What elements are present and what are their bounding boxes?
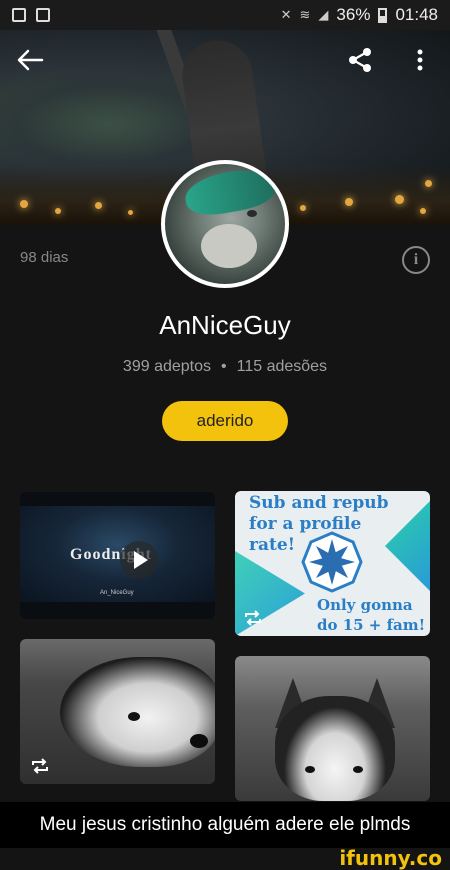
city-light — [425, 180, 432, 187]
post-husky-lying[interactable] — [20, 639, 215, 784]
avatar-muzzle — [201, 224, 257, 268]
arrow-left-icon — [17, 49, 44, 71]
download-icon — [36, 8, 50, 22]
avatar-eye — [247, 210, 257, 217]
battery-icon — [378, 7, 388, 23]
memberships-count[interactable]: 115 adesões — [237, 358, 327, 375]
avatar-hair — [182, 164, 278, 220]
mute-icon: ✕ — [280, 7, 292, 22]
decor-triangle — [385, 501, 430, 591]
play-button[interactable] — [120, 541, 158, 579]
post-text-bottom: Only gonna do 15 + fam! — [317, 596, 426, 634]
city-light — [20, 200, 28, 208]
joined-button[interactable]: aderido — [162, 401, 288, 441]
post-repost-banner[interactable]: Sub and repub for a profile rate! Only g… — [235, 491, 430, 636]
status-right: ✕ ≋ ◢ 36% 01:48 — [281, 5, 438, 25]
snowflake-emblem-icon — [301, 531, 363, 593]
gallery-icon — [12, 8, 26, 22]
city-light — [345, 198, 353, 206]
more-options-button[interactable] — [402, 42, 438, 78]
meme-caption: Meu jesus cristinho alguém adere ele plm… — [0, 802, 450, 848]
husky-head — [275, 696, 395, 801]
husky-eye — [353, 766, 363, 773]
battery-percent: 36% — [336, 5, 371, 24]
city-light — [420, 208, 426, 214]
profile-username: AnNiceGuy — [159, 310, 291, 340]
repost-icon — [30, 757, 50, 775]
play-icon — [134, 551, 148, 569]
husky-nose — [190, 734, 208, 748]
wifi-icon: ≋ — [299, 7, 311, 22]
info-icon[interactable]: i — [402, 246, 430, 274]
post-husky-portrait[interactable] — [235, 656, 430, 801]
city-light — [55, 208, 61, 214]
more-vert-icon — [417, 49, 423, 71]
signal-icon: ◢ — [318, 7, 329, 22]
ifunny-watermark: ifunny.co — [339, 846, 442, 870]
city-light — [128, 210, 133, 215]
top-app-bar — [0, 30, 450, 90]
back-button[interactable] — [12, 42, 48, 78]
city-light — [395, 195, 404, 204]
post-video-signature: An_NiceGuy — [100, 590, 134, 596]
status-bar: ✕ ≋ ◢ 36% 01:48 — [0, 0, 450, 30]
repost-icon — [243, 609, 263, 627]
city-light — [300, 205, 306, 211]
husky-eye — [305, 766, 315, 773]
avatar[interactable] — [161, 160, 289, 288]
husky-eye — [128, 712, 140, 721]
share-button[interactable] — [342, 42, 378, 78]
stats-separator: • — [221, 358, 227, 375]
clock: 01:48 — [395, 5, 438, 24]
post-video[interactable]: Goodnight An_NiceGuy — [20, 492, 215, 619]
member-days: 98 dias — [20, 249, 69, 266]
share-icon — [349, 48, 371, 72]
city-light — [95, 202, 102, 209]
profile-stats: 399 adeptos • 115 adesões — [0, 358, 450, 376]
followers-count[interactable]: 399 adeptos — [123, 358, 211, 375]
status-left — [12, 8, 50, 22]
